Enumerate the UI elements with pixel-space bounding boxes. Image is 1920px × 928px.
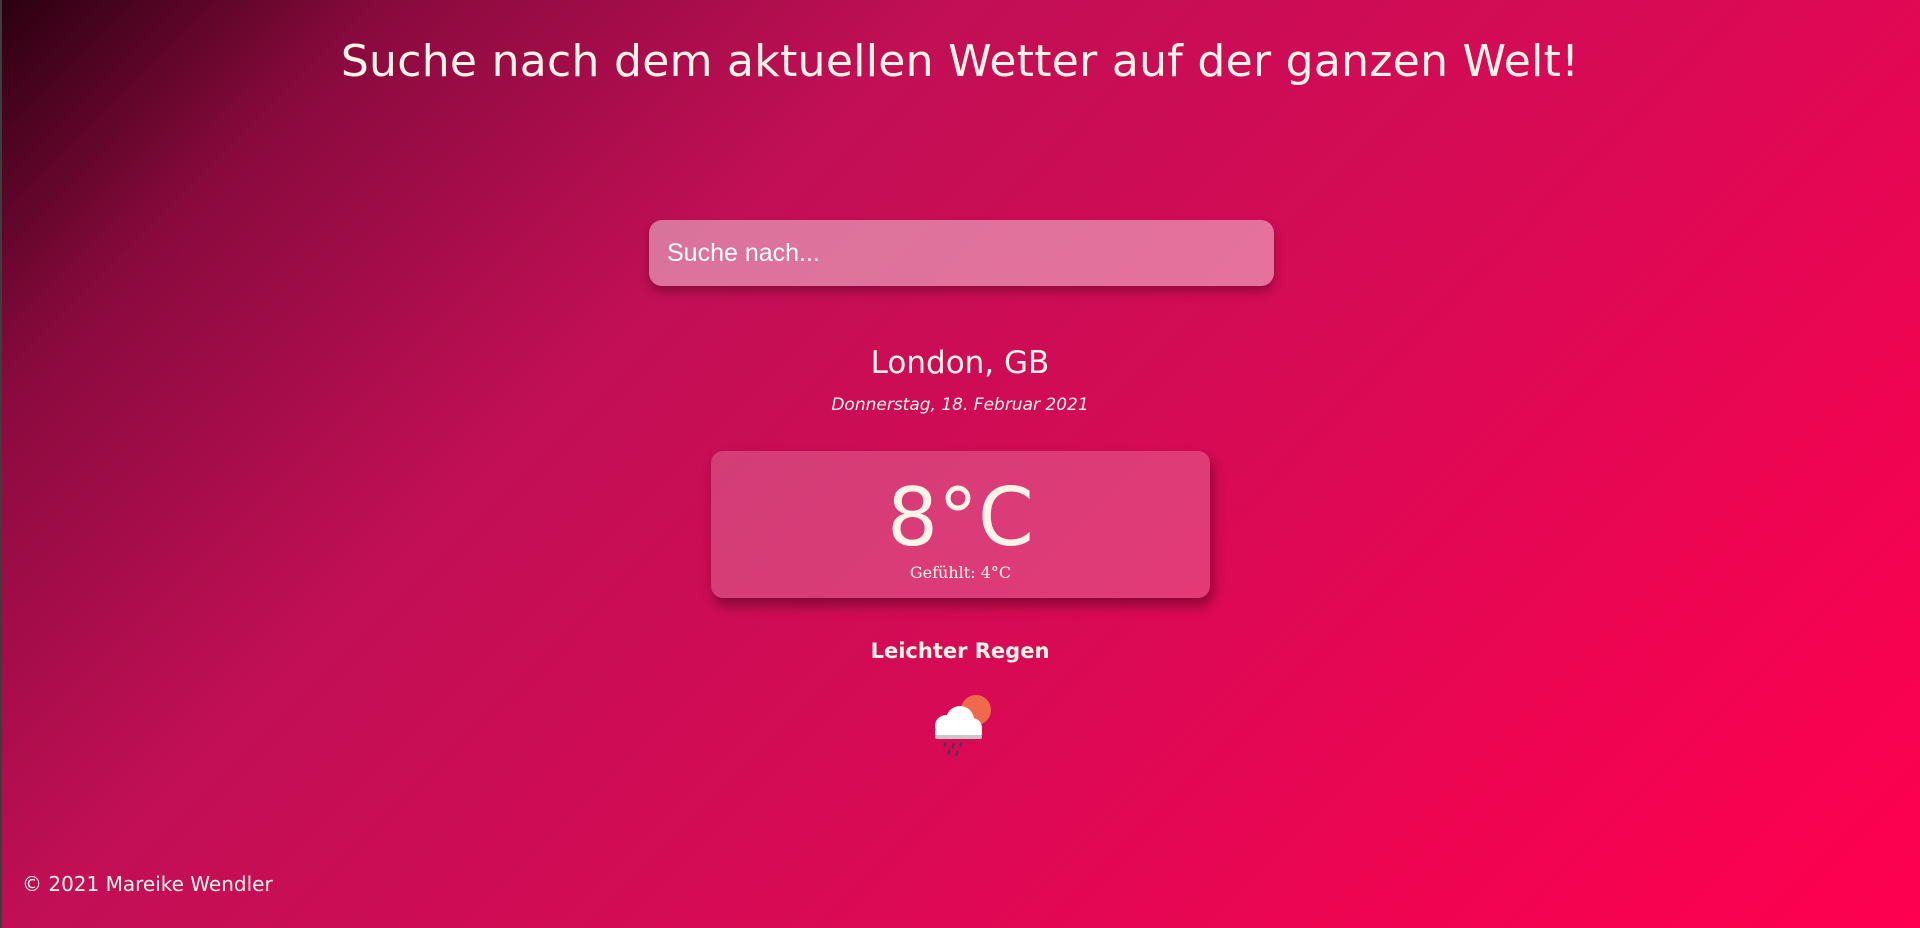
temperature-card: 8°C Gefühlt: 4°C [711,451,1210,598]
weather-condition: Leichter Regen [870,639,1050,663]
footer-copyright: © 2021 Mareike Wendler [22,872,273,896]
location-name: London, GB [870,345,1050,381]
feels-like-value: 4°C [980,563,1012,582]
window-edge [0,0,2,928]
search-box[interactable] [649,220,1274,286]
feels-like: Gefühlt: 4°C [711,563,1210,582]
page-title: Suche nach dem aktuellen Wetter auf der … [340,36,1580,87]
feels-like-label: Gefühlt: [909,563,976,582]
cloud-sun-rain-icon [935,695,991,756]
search-input[interactable] [649,220,1274,286]
current-date: Donnerstag, 18. Februar 2021 [831,395,1089,415]
temperature-value: 8°C [887,471,1034,564]
